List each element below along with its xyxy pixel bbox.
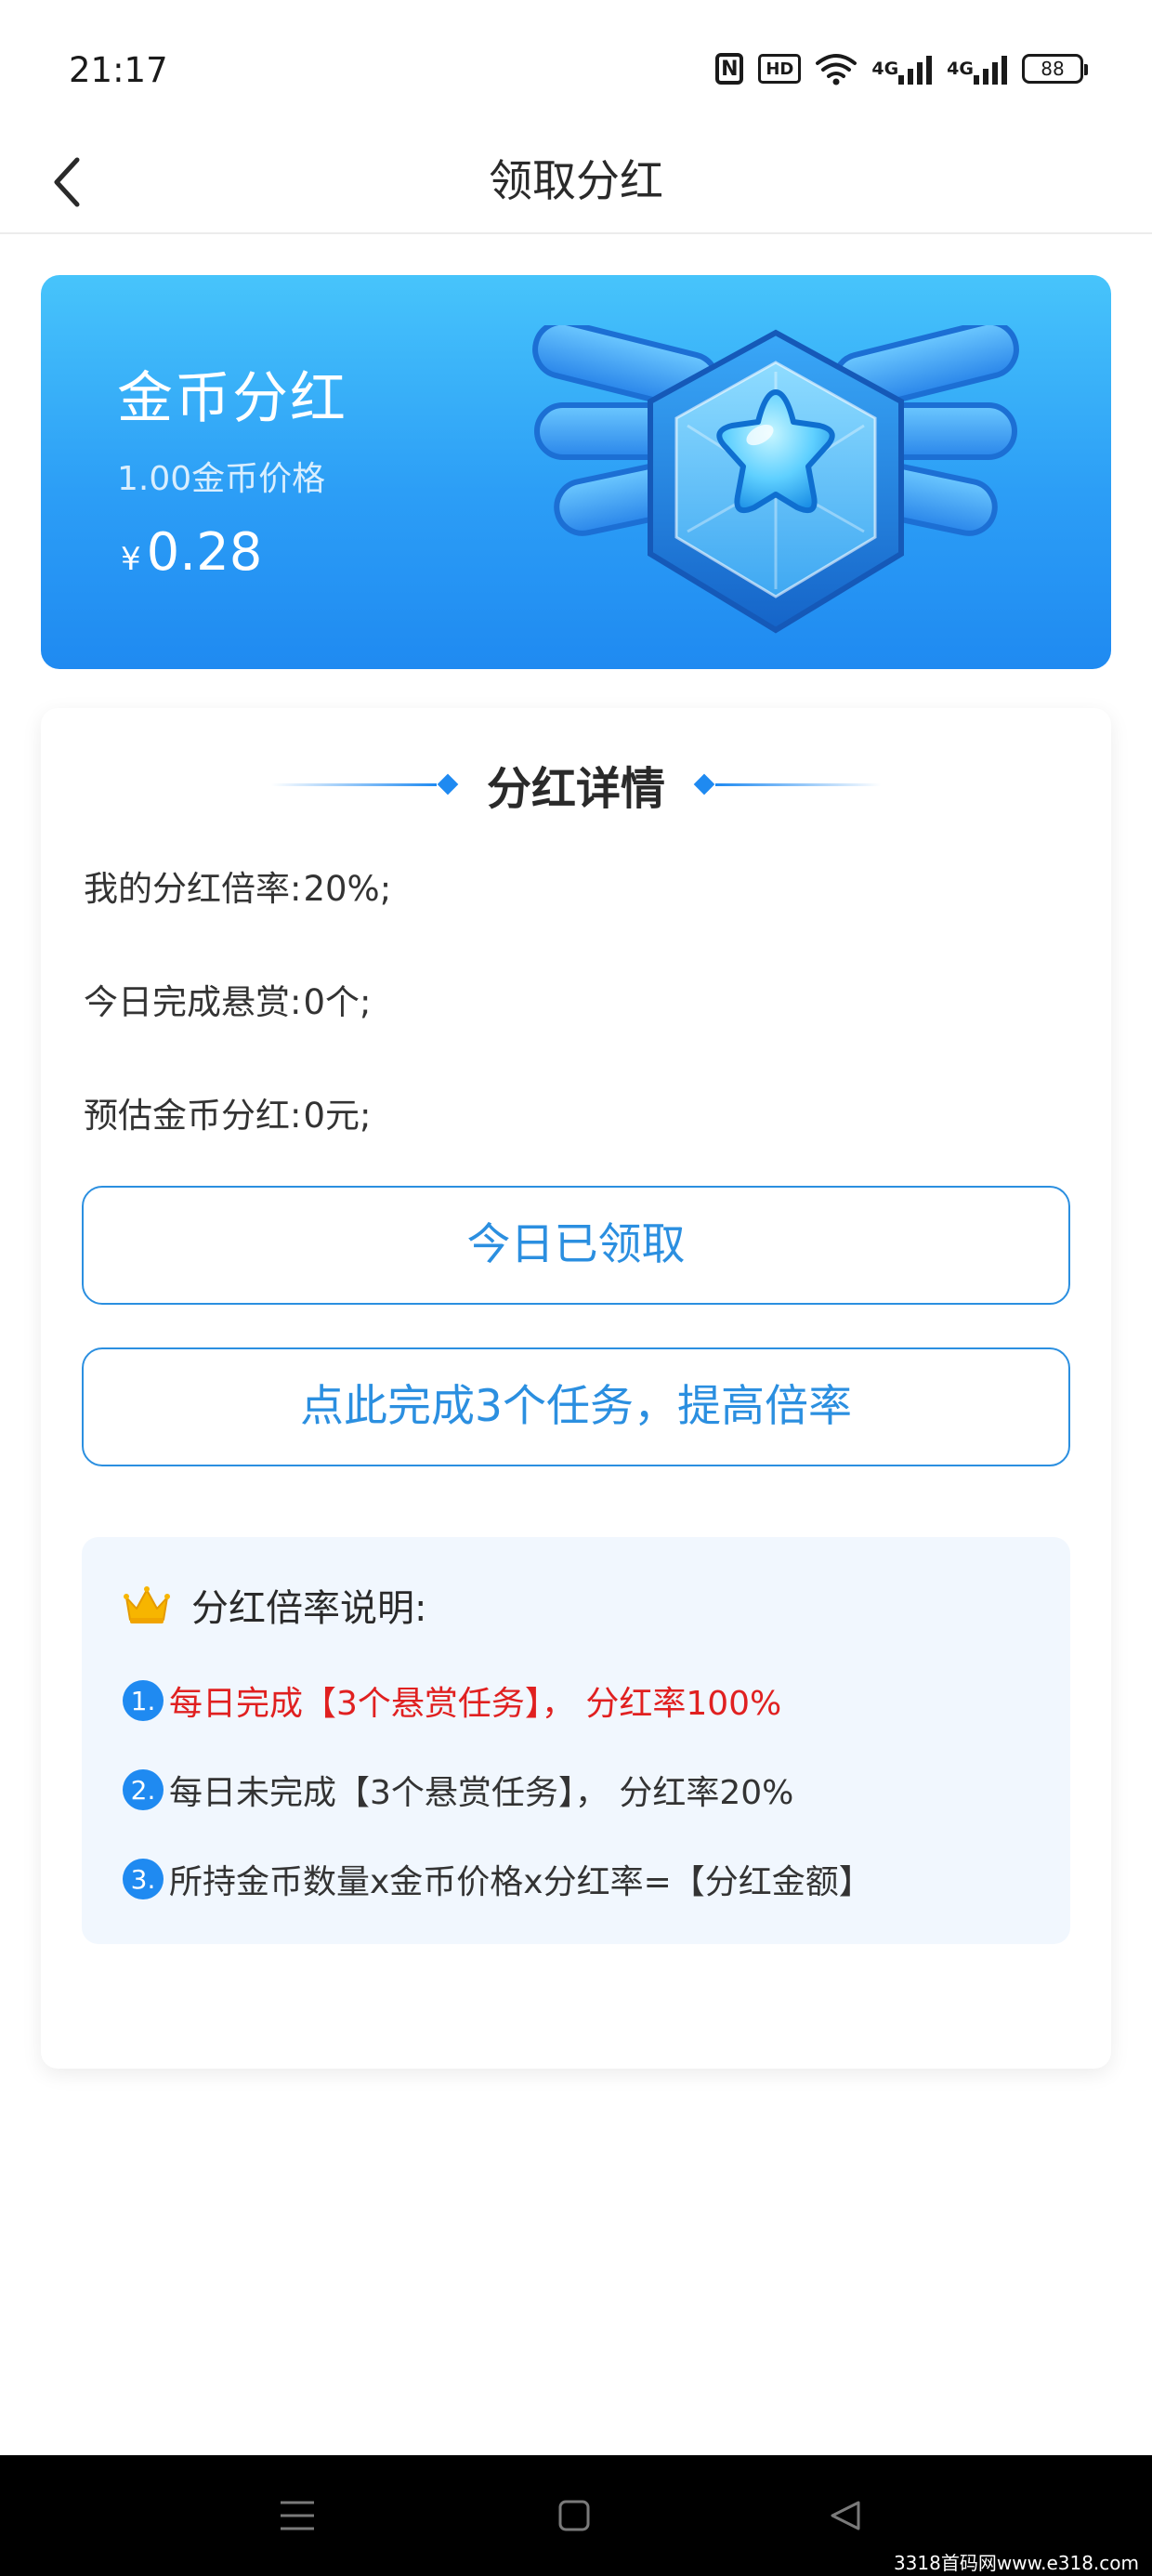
rules-header: 分红倍率说明: [123, 1578, 426, 1632]
claimed-today-button[interactable]: 今日已领取 [82, 1186, 1070, 1305]
detail-header: 分红详情 [41, 747, 1111, 821]
header-decoration-left [270, 773, 459, 795]
watermark-text: 3318首码网www.e318.com [893, 2552, 1139, 2574]
hero-title: 金币分红 [117, 366, 347, 431]
nfc-icon: N [715, 53, 744, 85]
header-decoration-right [693, 773, 881, 795]
nav-bar: 领取分红 [0, 130, 1152, 234]
info-value: 0元; [303, 1096, 372, 1136]
dividend-detail-card: 分红详情 我的分红倍率:20%; 今日完成悬赏:0个; 预估金币分红:0元; 今… [41, 708, 1111, 2069]
rule-text: 每日未完成【3个悬赏任务】， 分红率20% [169, 1774, 794, 1812]
rule-number: 2. [123, 1769, 164, 1810]
chevron-left-icon [54, 157, 80, 207]
signal-icon-sim1: 4G [871, 53, 933, 85]
info-row-completed: 今日完成悬赏:0个; [84, 974, 371, 1024]
info-row-rate: 我的分红倍率:20%; [84, 861, 391, 911]
amount-value: 0.28 [146, 522, 263, 583]
rule-item-2: 2. 每日未完成【3个悬赏任务】， 分红率20% [123, 1766, 793, 1814]
coin-price-label: 1.00金币价格 [117, 460, 326, 498]
system-home-button[interactable] [546, 2492, 602, 2539]
dividend-amount: ¥0.28 [121, 522, 262, 583]
system-menu-button[interactable] [269, 2492, 325, 2539]
system-back-button[interactable] [818, 2492, 873, 2539]
rule-text: 所持金币数量x金币价格x分红率=【分红金额】 [169, 1863, 872, 1901]
wifi-icon [816, 52, 857, 85]
hd-voice-icon: HD [758, 54, 802, 84]
crown-icon [124, 1586, 170, 1623]
coin-dividend-card: 金币分红 1.00金币价格 ¥0.28 [41, 275, 1111, 669]
rule-text: 每日完成【3个悬赏任务】， 分红率100% [169, 1685, 782, 1723]
status-bar: 21:17 N HD 4G 4G 88 [0, 0, 1152, 130]
rate-rules-panel: 分红倍率说明: 1. 每日完成【3个悬赏任务】， 分红率100% 2. 每日未完… [82, 1537, 1070, 1944]
info-value: 0个; [303, 982, 372, 1022]
back-button[interactable] [26, 141, 110, 223]
rule-number: 3. [123, 1859, 164, 1899]
info-label: 今日完成悬赏: [84, 982, 302, 1022]
rule-item-1: 1. 每日完成【3个悬赏任务】， 分红率100% [123, 1676, 781, 1725]
rule-item-3: 3. 所持金币数量x金币价格x分红率=【分红金额】 [123, 1855, 872, 1903]
info-row-estimate: 预估金币分红:0元; [84, 1087, 371, 1137]
status-icons: N HD 4G 4G 88 [715, 48, 1088, 89]
info-label: 预估金币分红: [84, 1096, 302, 1136]
system-nav-bar: 3318首码网www.e318.com [0, 2455, 1152, 2576]
complete-tasks-button[interactable]: 点此完成3个任务，提高倍率 [82, 1347, 1070, 1466]
winged-star-badge-icon [532, 325, 1019, 634]
status-time: 21:17 [69, 50, 168, 90]
back-triangle-icon [831, 2501, 860, 2530]
page-title: 领取分红 [489, 156, 663, 207]
detail-title: 分红详情 [486, 763, 665, 815]
home-square-icon [558, 2500, 590, 2531]
rules-title: 分红倍率说明: [191, 1587, 427, 1630]
menu-icon [281, 2501, 314, 2530]
rule-number: 1. [123, 1680, 164, 1721]
signal-icon-sim2: 4G [947, 53, 1007, 85]
battery-icon: 88 [1022, 54, 1088, 84]
info-label: 我的分红倍率: [84, 869, 302, 909]
info-value: 20%; [303, 869, 392, 909]
currency-symbol: ¥ [121, 541, 141, 578]
